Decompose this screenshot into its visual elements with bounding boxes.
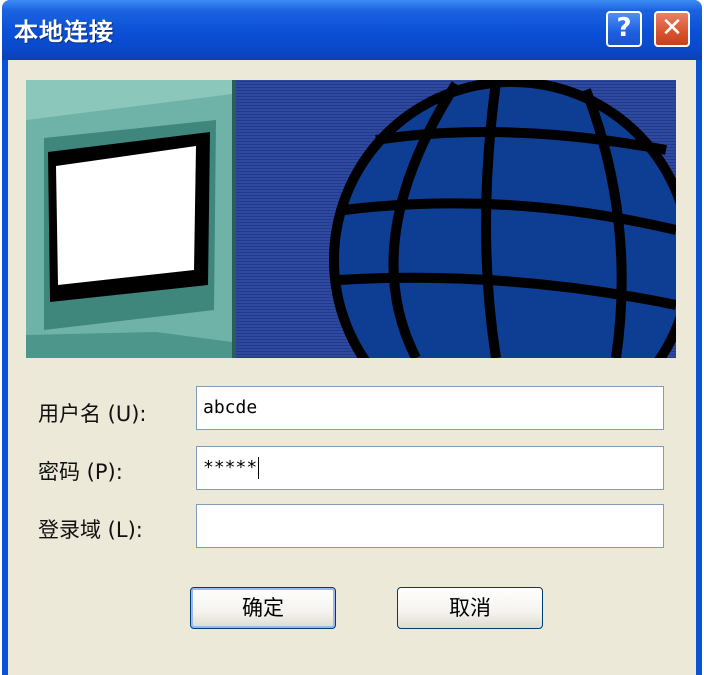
password-label: 密码 (P): [38, 460, 123, 484]
cancel-button[interactable]: 取消 [397, 587, 543, 629]
dialog-window: 本地连接 ? ✕ 用户名 (U): abcde 密码 (P): ***** 登录… [2, 0, 702, 675]
window-title: 本地连接 [14, 18, 114, 46]
ok-button[interactable]: 确定 [190, 587, 336, 629]
text-caret [258, 457, 260, 479]
password-value: ***** [203, 457, 258, 478]
dialog-body: 用户名 (U): abcde 密码 (P): ***** 登录域 (L): 确定… [8, 60, 696, 675]
domain-label: 登录域 (L): [38, 518, 143, 542]
connection-banner [26, 80, 676, 358]
username-label: 用户名 (U): [38, 402, 147, 426]
domain-input[interactable] [196, 504, 664, 548]
close-button[interactable]: ✕ [654, 11, 690, 47]
help-button[interactable]: ? [606, 11, 642, 47]
password-input[interactable]: ***** [196, 446, 664, 490]
username-input[interactable]: abcde [196, 386, 664, 430]
computer-monitor-icon [26, 80, 236, 358]
globe-icon [329, 80, 676, 358]
title-bar[interactable]: 本地连接 ? ✕ [2, 0, 702, 60]
